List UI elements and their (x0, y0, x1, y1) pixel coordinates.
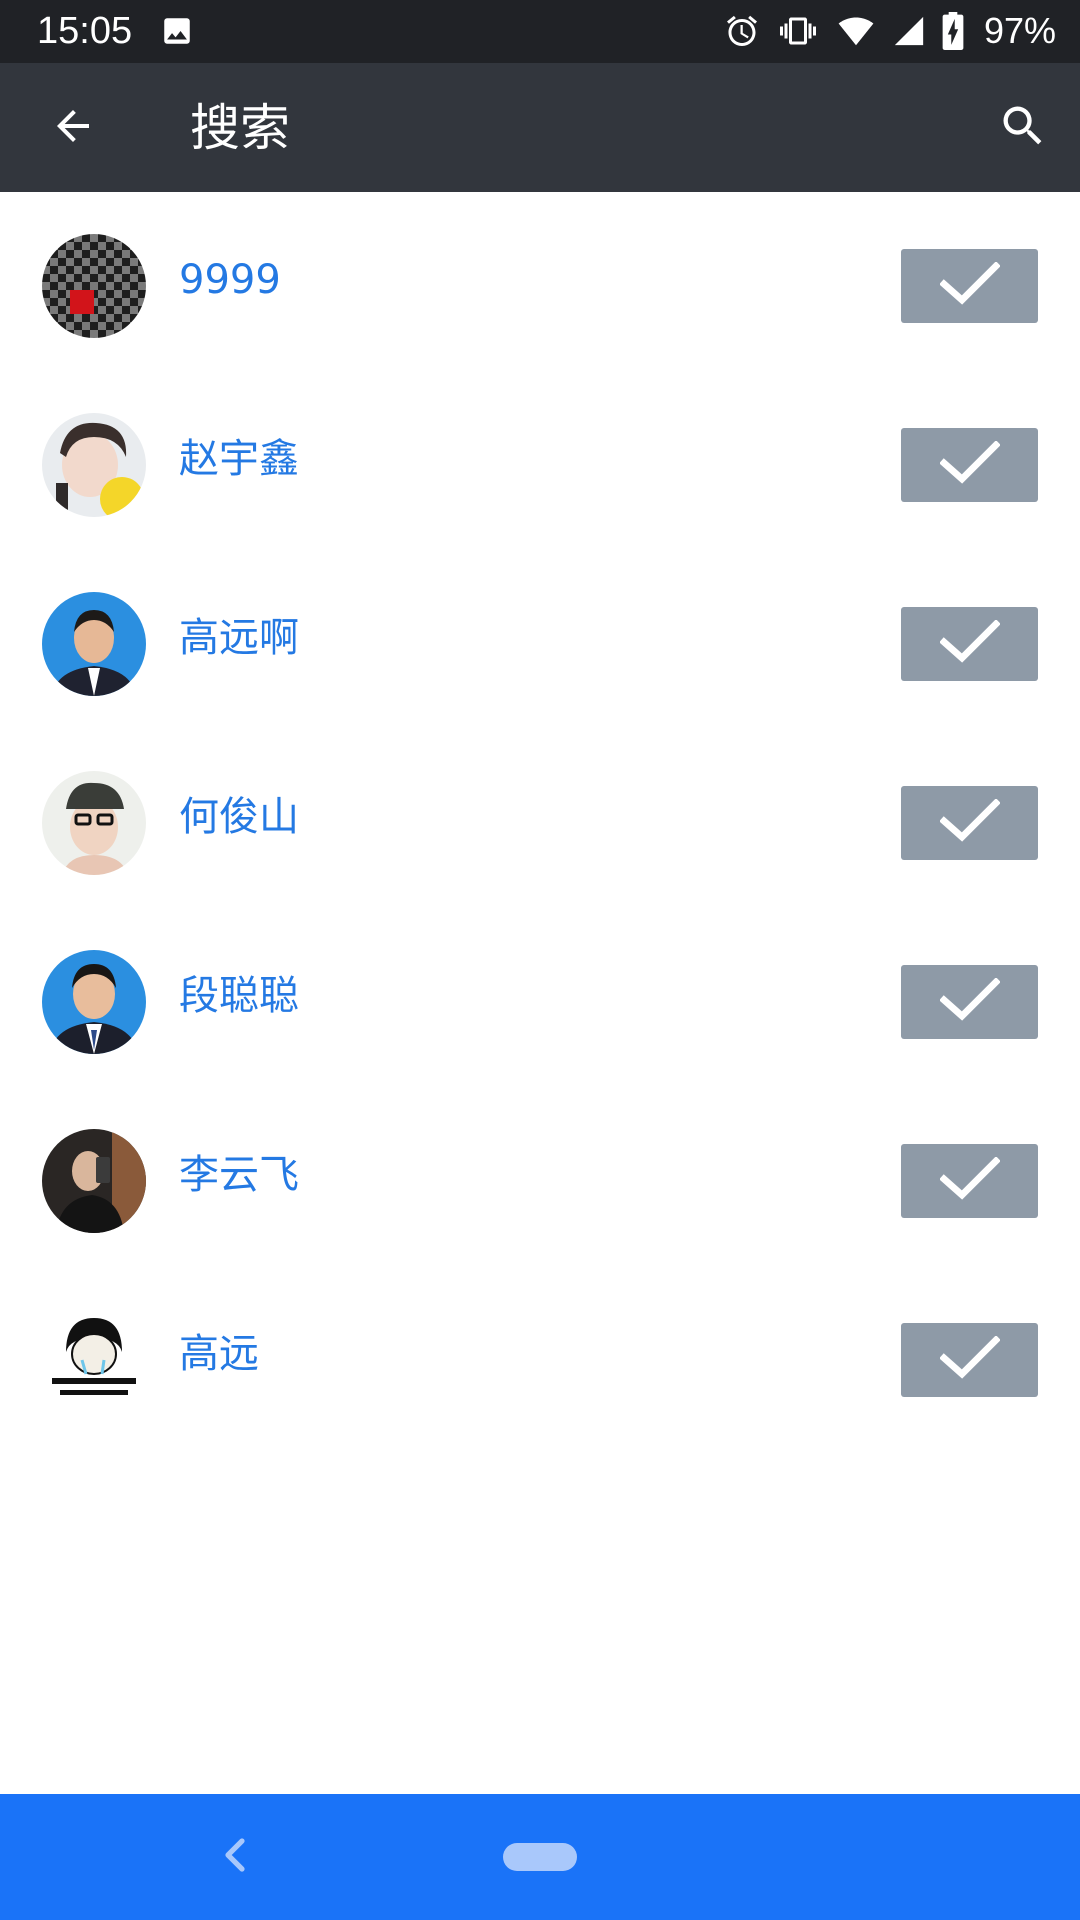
back-arrow-icon (49, 102, 97, 154)
contact-name: 段聪聪 (179, 973, 299, 1019)
status-bar: 15:05 97% (0, 0, 1080, 63)
app-bar: 搜索 (0, 63, 1080, 192)
check-icon (938, 977, 1001, 1026)
nav-back-button[interactable] (210, 1832, 260, 1882)
avatar (42, 950, 146, 1054)
status-time: 15:05 (37, 10, 133, 52)
check-button[interactable] (901, 1323, 1038, 1397)
chevron-left-icon (220, 1837, 250, 1877)
signal-icon (892, 14, 926, 48)
contact-name: 赵宇鑫 (179, 436, 299, 482)
check-icon (938, 440, 1001, 489)
check-icon (938, 1335, 1001, 1384)
check-button[interactable] (901, 249, 1038, 323)
vibrate-icon (776, 13, 820, 49)
battery-icon (942, 12, 964, 50)
search-button[interactable] (990, 95, 1056, 161)
list-item[interactable]: 何俊山 (0, 729, 1080, 908)
contact-name: 李云飞 (179, 1152, 299, 1198)
check-icon (938, 798, 1001, 847)
status-icons: 97% (724, 8, 1056, 54)
system-nav-bar (0, 1794, 1080, 1920)
avatar (42, 1129, 146, 1233)
alarm-icon (724, 13, 760, 49)
list-item[interactable]: 李云飞 (0, 1087, 1080, 1266)
check-button[interactable] (901, 965, 1038, 1039)
list-item[interactable]: 高远 (0, 1266, 1080, 1445)
list-item[interactable]: 段聪聪 (0, 908, 1080, 1087)
check-button[interactable] (901, 1144, 1038, 1218)
list-item[interactable]: 高远啊 (0, 550, 1080, 729)
avatar (42, 771, 146, 875)
check-button[interactable] (901, 428, 1038, 502)
check-icon (938, 619, 1001, 668)
avatar (42, 1308, 146, 1412)
check-button[interactable] (901, 786, 1038, 860)
battery-percent: 97% (983, 10, 1056, 51)
contact-name: 高远啊 (179, 615, 299, 661)
contact-name: 何俊山 (179, 794, 299, 840)
image-icon (160, 14, 194, 48)
nav-home-pill[interactable] (503, 1843, 577, 1871)
page-title: 搜索 (190, 99, 290, 157)
contact-list: 9999 赵宇鑫 高远啊 何俊山 段聪聪 李云飞 高远 (0, 192, 1080, 1445)
list-item[interactable]: 9999 (0, 192, 1080, 371)
list-item[interactable]: 赵宇鑫 (0, 371, 1080, 550)
check-icon (938, 1156, 1001, 1205)
contact-name: 9999 (179, 257, 281, 303)
avatar (42, 234, 146, 338)
avatar (42, 592, 146, 696)
contact-name: 高远 (179, 1331, 259, 1377)
wifi-icon (836, 13, 876, 49)
check-button[interactable] (901, 607, 1038, 681)
back-button[interactable] (40, 95, 106, 161)
avatar (42, 413, 146, 517)
check-icon (938, 261, 1001, 310)
search-icon (997, 100, 1049, 156)
